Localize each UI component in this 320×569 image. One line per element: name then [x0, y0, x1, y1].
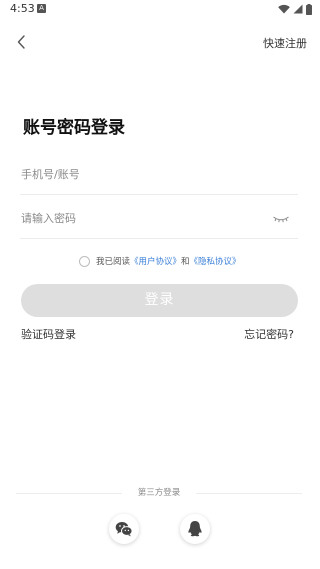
- quick-register-link[interactable]: 快速注册: [263, 35, 307, 51]
- agreement-row: 我已阅读 《用户协议》 和 《隐私协议》: [79, 254, 241, 268]
- sms-login-link[interactable]: 验证码登录: [21, 326, 76, 342]
- phone-input[interactable]: [21, 155, 261, 193]
- wechat-login-button[interactable]: [109, 514, 139, 544]
- page-title: 账号密码登录: [23, 118, 125, 138]
- battery-icon: [306, 3, 312, 15]
- password-visibility-toggle[interactable]: [272, 211, 290, 225]
- divider-right: [196, 493, 302, 494]
- status-time: 4:53: [10, 2, 35, 15]
- login-button[interactable]: 登录: [21, 284, 298, 317]
- phone-field-row: [20, 155, 298, 195]
- forgot-password-link[interactable]: 忘记密码?: [244, 326, 294, 342]
- agreement-checkbox[interactable]: [79, 255, 90, 267]
- user-agreement-link[interactable]: 《用户协议》: [130, 255, 181, 267]
- status-bar: 4:53 A: [0, 0, 320, 20]
- privacy-policy-link[interactable]: 《隐私协议》: [190, 255, 241, 267]
- back-button[interactable]: [12, 32, 32, 52]
- password-input[interactable]: [21, 199, 261, 237]
- agreement-conjunction: 和: [181, 257, 190, 267]
- third-party-label: 第三方登录: [137, 488, 181, 498]
- status-indicators: [278, 3, 312, 15]
- notification-icon: A: [37, 4, 46, 13]
- chevron-left-icon: [17, 35, 25, 49]
- third-party-section: 第三方登录: [16, 486, 302, 500]
- agreement-prefix: 我已阅读: [96, 257, 131, 267]
- signal-icon: [293, 4, 303, 14]
- eye-closed-icon: [273, 216, 289, 223]
- qq-icon: [188, 521, 202, 537]
- qq-login-button[interactable]: [180, 514, 210, 544]
- top-nav: 快速注册: [0, 28, 320, 56]
- wechat-icon: [115, 522, 133, 537]
- password-field-row: [20, 199, 298, 239]
- wifi-icon: [278, 4, 290, 14]
